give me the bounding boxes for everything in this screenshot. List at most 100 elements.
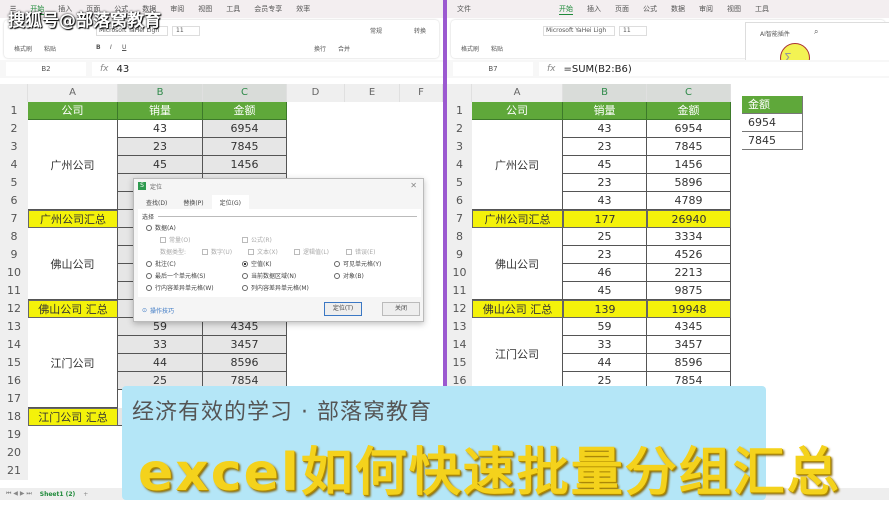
amount-cell[interactable]: 8596	[203, 354, 287, 372]
option-row-diff[interactable]: 行内容差异单元格(W)	[146, 283, 214, 292]
sales-cell[interactable]: 23	[118, 138, 203, 156]
row-header[interactable]: 16	[0, 372, 28, 390]
select-all-corner[interactable]	[447, 84, 472, 102]
company-cell[interactable]: 佛山公司	[28, 228, 118, 300]
row-header[interactable]: 18	[0, 408, 28, 426]
number-format-select[interactable]: 常规	[370, 26, 382, 35]
row-header[interactable]: 1	[0, 102, 28, 120]
row-header[interactable]: 4	[0, 156, 28, 174]
option-comment[interactable]: 批注(C)	[146, 259, 176, 268]
sales-cell[interactable]: 23	[563, 174, 647, 192]
menu-tab-view[interactable]: 视图	[727, 4, 741, 14]
sales-cell[interactable]: 45	[563, 282, 647, 300]
row-header[interactable]: 15	[447, 354, 472, 372]
search-icon[interactable]: ⌕	[814, 27, 818, 37]
column-header-b[interactable]: B	[118, 84, 203, 102]
sales-cell[interactable]: 59	[563, 318, 647, 336]
column-header-a[interactable]: A	[28, 84, 118, 102]
summary-amount-cell[interactable]: 26940	[647, 210, 731, 228]
merge-button[interactable]: 合并	[338, 44, 350, 53]
header-cell[interactable]: 金额	[203, 102, 287, 120]
sales-cell[interactable]: 44	[118, 354, 203, 372]
company-cell[interactable]: 佛山公司	[472, 228, 563, 300]
row-header[interactable]: 6	[0, 192, 28, 210]
header-cell[interactable]: 公司	[472, 102, 563, 120]
menu-tab-page[interactable]: 页面	[615, 4, 629, 14]
row-header[interactable]: 7	[0, 210, 28, 228]
menu-tab-home[interactable]: 开始	[559, 4, 573, 15]
underline-icon[interactable]: U	[122, 44, 126, 51]
option-last-cell[interactable]: 最后一个单元格(S)	[146, 271, 206, 280]
locate-button[interactable]: 定位(T)	[324, 302, 362, 316]
row-header[interactable]: 14	[447, 336, 472, 354]
row-header[interactable]: 15	[0, 354, 28, 372]
company-cell[interactable]: 广州公司	[472, 120, 563, 210]
paste-button[interactable]: 粘贴	[491, 44, 503, 53]
amount-cell[interactable]: 5896	[647, 174, 731, 192]
row-header[interactable]: 2	[0, 120, 28, 138]
menu-tab-tools[interactable]: 工具	[226, 4, 240, 14]
sales-cell[interactable]: 23	[563, 246, 647, 264]
tips-link[interactable]: ⊙ 操作技巧	[142, 306, 174, 315]
font-select[interactable]: Microsoft YaHei Ligh	[543, 26, 615, 36]
column-header-f[interactable]: F	[400, 84, 443, 102]
summary-amount-cell[interactable]: 19948	[647, 300, 731, 318]
row-header[interactable]: 20	[0, 444, 28, 462]
bold-icon[interactable]: B	[96, 44, 101, 51]
amount-cell[interactable]: 1456	[647, 156, 731, 174]
amount-cell[interactable]: 4345	[647, 318, 731, 336]
menu-file[interactable]: 文件	[457, 4, 471, 14]
row-header[interactable]: 11	[0, 282, 28, 300]
row-header[interactable]: 14	[0, 336, 28, 354]
row-header[interactable]: 12	[0, 300, 28, 318]
row-header[interactable]: 8	[0, 228, 28, 246]
row-header[interactable]: 9	[0, 246, 28, 264]
amount-cell[interactable]: 6954	[647, 120, 731, 138]
amount-cell[interactable]: 9875	[647, 282, 731, 300]
row-header[interactable]: 5	[447, 174, 472, 192]
sales-cell[interactable]: 33	[563, 336, 647, 354]
sales-cell[interactable]: 46	[563, 264, 647, 282]
header-cell[interactable]: 销量	[563, 102, 647, 120]
sales-cell[interactable]: 43	[118, 120, 203, 138]
summary-label-cell[interactable]: 佛山公司 汇总	[472, 300, 563, 318]
sales-cell[interactable]: 44	[563, 354, 647, 372]
row-header[interactable]: 21	[0, 462, 28, 480]
name-box[interactable]: B7	[453, 62, 533, 76]
row-header[interactable]: 10	[0, 264, 28, 282]
convert-button[interactable]: 转换	[414, 26, 426, 35]
menu-tab-member[interactable]: 会员专享	[254, 4, 282, 14]
sales-cell[interactable]: 25	[563, 228, 647, 246]
company-cell[interactable]: 广州公司	[28, 120, 118, 210]
row-header[interactable]: 7	[447, 210, 472, 228]
column-header-c[interactable]: C	[647, 84, 731, 102]
row-header[interactable]: 1	[447, 102, 472, 120]
column-header-b[interactable]: B	[563, 84, 647, 102]
italic-icon[interactable]: I	[110, 44, 112, 51]
menu-tab-data[interactable]: 数据	[671, 4, 685, 14]
tab-goto[interactable]: 定位(G)	[211, 195, 249, 210]
ai-panel-title[interactable]: AI智能插件	[760, 29, 790, 38]
amount-cell[interactable]: 4526	[647, 246, 731, 264]
summary-label-cell[interactable]: 江门公司 汇总	[28, 408, 118, 426]
menu-tab-insert[interactable]: 插入	[587, 4, 601, 14]
font-size-select[interactable]: 11	[172, 26, 200, 36]
sales-cell[interactable]: 45	[118, 156, 203, 174]
summary-sales-cell[interactable]: 177	[563, 210, 647, 228]
menu-tab-review[interactable]: 审阅	[170, 4, 184, 14]
formula-input[interactable]: fx 43	[92, 62, 443, 76]
row-header[interactable]: 3	[447, 138, 472, 156]
row-header[interactable]: 13	[0, 318, 28, 336]
option-current-region[interactable]: 当前数据区域(N)	[242, 271, 296, 280]
row-header[interactable]: 13	[447, 318, 472, 336]
row-header[interactable]: 9	[447, 246, 472, 264]
sheet-nav-icon[interactable]: ⏮ ◀ ▶ ⏭	[6, 490, 32, 498]
wrap-button[interactable]: 换行	[314, 44, 326, 53]
amount-cell[interactable]: 6954	[203, 120, 287, 138]
sales-cell[interactable]: 43	[563, 120, 647, 138]
font-size-select[interactable]: 11	[619, 26, 647, 36]
summary-sales-cell[interactable]: 139	[563, 300, 647, 318]
menu-tab-tools[interactable]: 工具	[755, 4, 769, 14]
menu-tab-formula[interactable]: 公式	[643, 4, 657, 14]
company-cell[interactable]: 江门公司	[472, 318, 563, 390]
